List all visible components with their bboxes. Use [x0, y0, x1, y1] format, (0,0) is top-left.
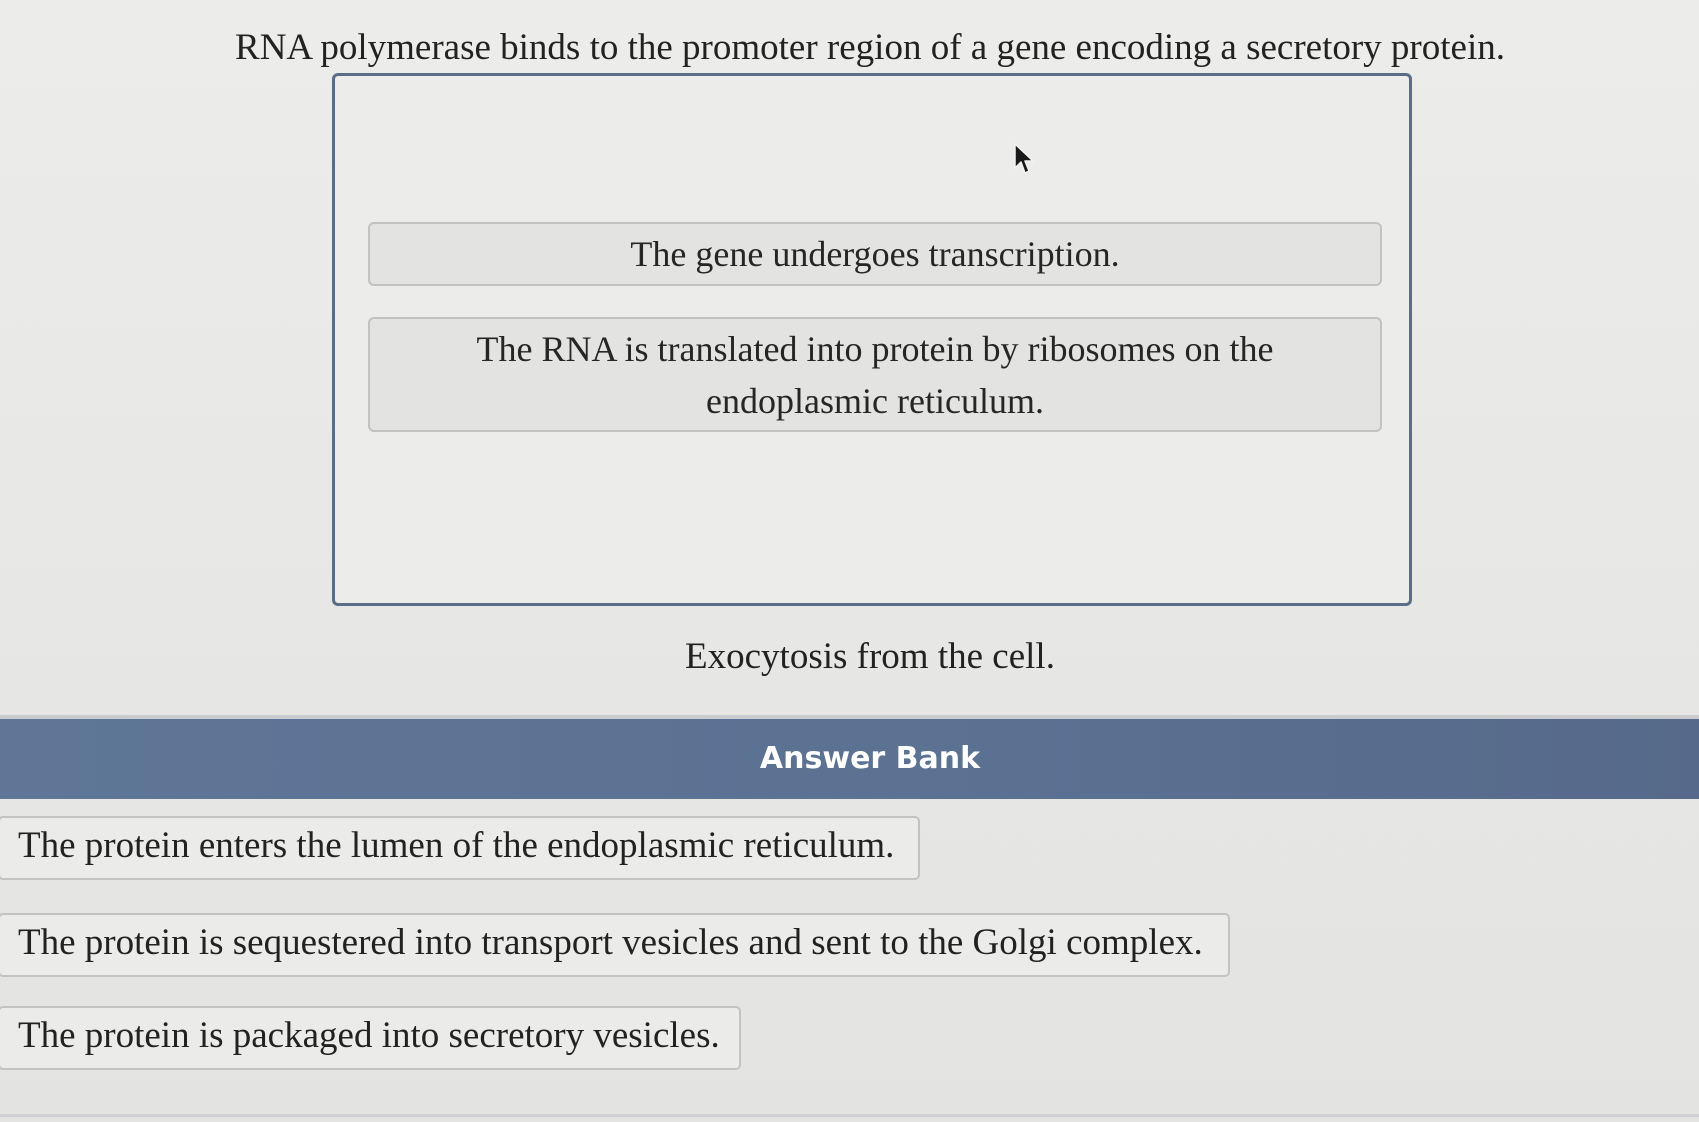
answer-card-secretory-vesicles[interactable]: The protein is packaged into secretory v… — [0, 1006, 741, 1070]
placed-step-label: The gene undergoes transcription. — [630, 234, 1120, 274]
answer-card-label: The protein is packaged into secretory v… — [18, 1015, 720, 1056]
answer-card-label: The protein is sequestered into transpor… — [18, 922, 1203, 963]
mouse-pointer-icon — [1014, 143, 1034, 174]
placed-step-translation[interactable]: The RNA is translated into protein by ri… — [368, 317, 1382, 432]
placed-step-label-line-1: The RNA is translated into protein by ri… — [476, 329, 1274, 369]
answer-card-label: The protein enters the lumen of the endo… — [18, 825, 895, 866]
placed-step-transcription[interactable]: The gene undergoes transcription. — [368, 222, 1382, 286]
bottom-divider — [0, 1114, 1699, 1117]
final-step-label: Exocytosis from the cell. — [685, 636, 1055, 677]
question-title: RNA polymerase binds to the promoter reg… — [235, 27, 1505, 68]
answer-bank-title: Answer Bank — [759, 741, 981, 776]
answer-card-er-lumen[interactable]: The protein enters the lumen of the endo… — [0, 816, 920, 880]
sequence-drop-zone[interactable]: The gene undergoes transcription. The RN… — [332, 73, 1412, 606]
answer-bank-header: Answer Bank — [0, 719, 1699, 799]
answer-card-transport-vesicles[interactable]: The protein is sequestered into transpor… — [0, 913, 1230, 977]
placed-step-label-line-2: endoplasmic reticulum. — [706, 381, 1044, 421]
